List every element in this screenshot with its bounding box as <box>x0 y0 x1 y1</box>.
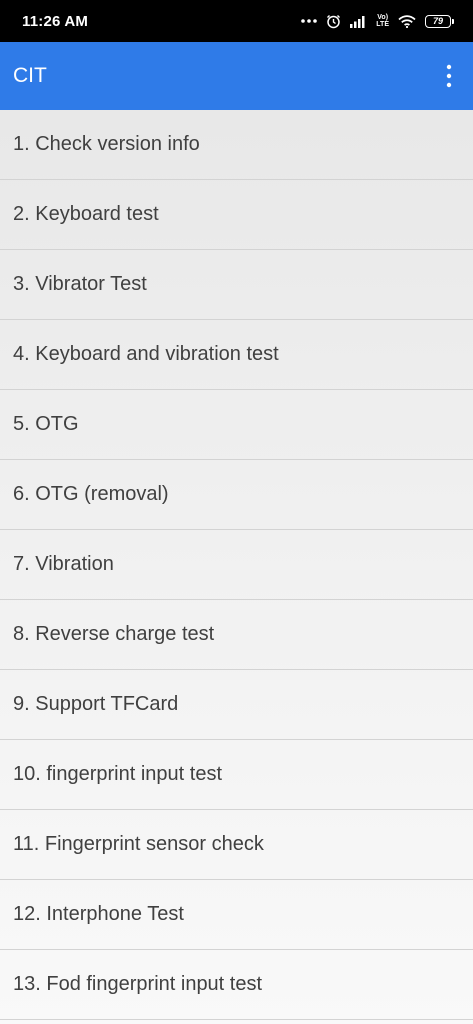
volte-label-top: Vo) <box>377 14 389 21</box>
battery-icon: 79 <box>425 14 454 28</box>
list-item[interactable]: 1. Check version info <box>0 110 473 180</box>
list-item[interactable]: 10. fingerprint input test <box>0 740 473 810</box>
list-item-label: 12. Interphone Test <box>13 903 184 925</box>
list-item[interactable]: 8. Reverse charge test <box>0 600 473 670</box>
list-item[interactable]: 4. Keyboard and vibration test <box>0 320 473 390</box>
test-list: 1. Check version info 2. Keyboard test 3. … <box>0 110 473 1024</box>
list-item[interactable]: 2. Keyboard test <box>0 180 473 250</box>
list-item-label: 1. Check version info <box>13 133 200 155</box>
more-vert-icon[interactable] <box>445 62 453 92</box>
alarm-icon <box>326 14 341 29</box>
more-dots-icon <box>301 18 318 24</box>
list-item[interactable]: 5. OTG <box>0 390 473 460</box>
list-item-label: 11. Fingerprint sensor check <box>13 833 264 855</box>
status-icons: Vo) LTE 79 <box>301 14 454 29</box>
status-bar: 11:26 AM Vo) LTE 79 <box>0 0 473 42</box>
list-item-label: 8. Reverse charge test <box>13 623 215 645</box>
list-item[interactable]: 3. Vibrator Test <box>0 250 473 320</box>
list-item-label: 7. Vibration <box>13 553 114 575</box>
status-time: 11:26 AM <box>22 12 89 30</box>
list-item[interactable]: 9. Support TFCard <box>0 670 473 740</box>
list-item-label: 2. Keyboard test <box>13 203 159 225</box>
list-item-label: 5. OTG <box>13 413 79 435</box>
volte-icon: Vo) LTE <box>376 14 389 28</box>
volte-label-bottom: LTE <box>376 21 389 28</box>
battery-level: 79 <box>432 16 443 26</box>
battery-cap <box>452 18 454 24</box>
signal-icon <box>350 15 367 28</box>
list-item-label: 13. Fod fingerprint input test <box>13 973 263 995</box>
list-item[interactable]: 7. Vibration <box>0 530 473 600</box>
list-item-label: 10. fingerprint input test <box>13 763 223 785</box>
list-item-label: 6. OTG (removal) <box>13 483 169 505</box>
list-item-label: 4. Keyboard and vibration test <box>13 343 279 365</box>
app-title: CIT <box>13 64 47 87</box>
list-item[interactable]: 6. OTG (removal) <box>0 460 473 530</box>
list-item-label: 3. Vibrator Test <box>13 273 147 295</box>
app-bar: CIT <box>0 42 473 110</box>
wifi-icon <box>398 14 416 28</box>
list-item[interactable]: 13. Fod fingerprint input test <box>0 950 473 1020</box>
list-item-label: 9. Support TFCard <box>13 693 179 715</box>
list-item[interactable]: 11. Fingerprint sensor check <box>0 810 473 880</box>
list-item[interactable]: 12. Interphone Test <box>0 880 473 950</box>
